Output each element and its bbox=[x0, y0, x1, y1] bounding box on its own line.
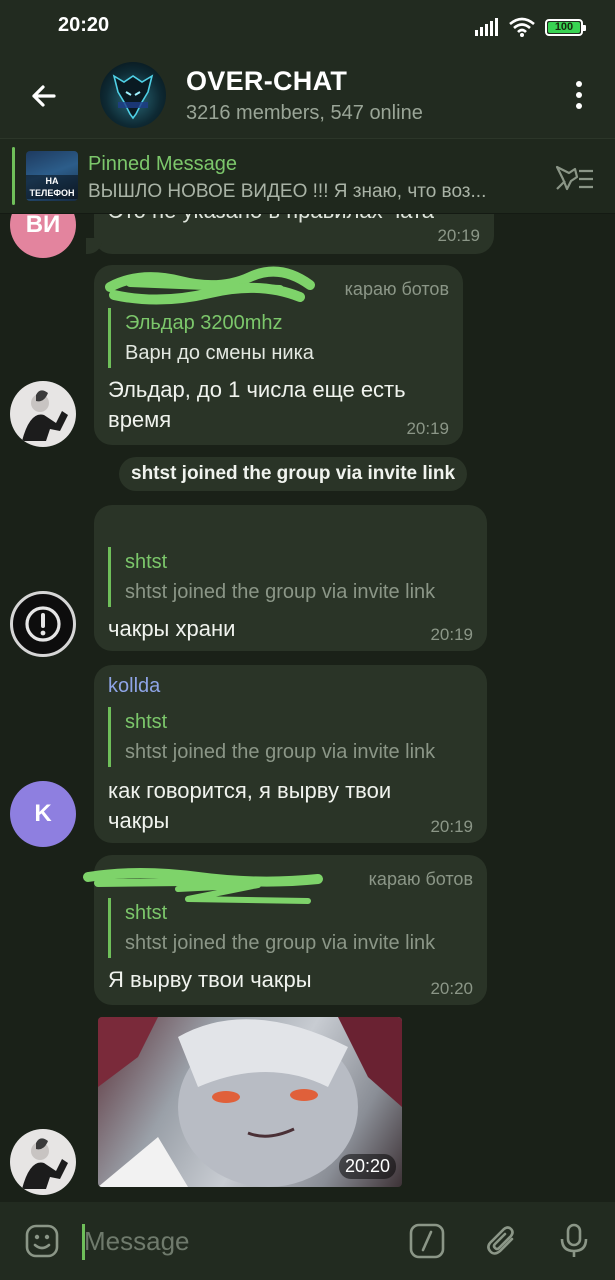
signal-icon bbox=[475, 18, 498, 36]
reply-quote[interactable]: shtst shtst joined the group via invite … bbox=[108, 707, 435, 767]
reply-text: shtst joined the group via invite link bbox=[125, 581, 436, 603]
message-text-line: как говорится, я вырву твои bbox=[108, 778, 392, 803]
group-title[interactable]: OVER-CHAT bbox=[186, 66, 347, 97]
message-bubble[interactable]: Это не указано в правилах чата 20:19 bbox=[86, 214, 494, 254]
status-bar: 20:20 100 bbox=[0, 0, 615, 52]
bot-command-icon[interactable] bbox=[409, 1223, 445, 1259]
pinned-thumbnail: НА ТЕЛЕФОН bbox=[26, 151, 78, 201]
group-logo-icon bbox=[112, 74, 154, 120]
unpin-icon[interactable] bbox=[553, 163, 595, 193]
admin-tag: караю ботов bbox=[344, 279, 449, 299]
message-time: 20:19 bbox=[430, 817, 473, 836]
pinned-indicator bbox=[12, 147, 15, 205]
avatar-initials: K bbox=[34, 800, 52, 827]
pinned-message-bar[interactable]: НА ТЕЛЕФОН Pinned Message ВЫШЛО НОВОЕ ВИ… bbox=[0, 138, 615, 214]
service-message: shtst joined the group via invite link bbox=[119, 457, 468, 491]
message-text-line: чакры bbox=[108, 808, 170, 833]
reply-author: shtst bbox=[125, 551, 168, 573]
message-bubble[interactable]: караю ботов shtst shtst joined the group… bbox=[83, 855, 487, 1005]
photo-time: 20:20 bbox=[338, 1154, 396, 1179]
reply-quote[interactable]: Эльдар 3200mhz Варн до смены ника bbox=[108, 308, 314, 368]
attach-icon[interactable] bbox=[484, 1223, 520, 1259]
reply-text: shtst joined the group via invite link bbox=[125, 932, 436, 954]
sender-name[interactable]: kollda bbox=[108, 675, 160, 698]
message-bubble[interactable]: shtst shtst joined the group via invite … bbox=[94, 505, 487, 651]
reply-author: shtst bbox=[125, 711, 168, 733]
more-vertical-icon[interactable] bbox=[567, 78, 591, 112]
pinned-thumbnail-text: НА ТЕЛЕФОН bbox=[26, 175, 78, 199]
message-time: 20:19 bbox=[437, 226, 480, 245]
avatar[interactable]: K bbox=[10, 781, 76, 847]
group-member-count: 3216 members, 547 online bbox=[186, 102, 423, 124]
avatar[interactable]: ВИ bbox=[10, 214, 76, 258]
reply-quote[interactable]: shtst shtst joined the group via invite … bbox=[108, 898, 435, 958]
avatar[interactable] bbox=[10, 381, 76, 447]
status-time: 20:20 bbox=[58, 14, 110, 36]
avatar[interactable] bbox=[10, 1129, 76, 1195]
message-text: чакры храни bbox=[108, 616, 236, 641]
message-text: Это не указано в правилах чата bbox=[108, 214, 434, 226]
status-icons: 100 bbox=[475, 15, 586, 39]
pinned-text: ВЫШЛО НОВОЕ ВИДЕО !!! Я знаю, что воз... bbox=[88, 181, 487, 202]
message-text: Я вырву твои чакры bbox=[108, 967, 312, 992]
group-avatar[interactable] bbox=[100, 62, 166, 128]
reply-author: Эльдар 3200mhz bbox=[125, 312, 283, 334]
chat-messages[interactable]: ВИ Это не указано в правилах чата 20:19 … bbox=[0, 214, 615, 1202]
avatar-initials: ВИ bbox=[25, 214, 61, 238]
exclamation-icon bbox=[25, 606, 61, 642]
message-input-bar: Message bbox=[0, 1202, 615, 1280]
wifi-icon bbox=[509, 17, 535, 37]
chat-header: OVER-CHAT 3216 members, 547 online bbox=[0, 52, 615, 138]
message-text-line: Эльдар, до 1 числа еще есть bbox=[108, 377, 406, 402]
message-time: 20:20 bbox=[430, 979, 473, 998]
reply-text: shtst joined the group via invite link bbox=[125, 741, 436, 763]
avatar-image bbox=[22, 1138, 68, 1189]
mic-icon[interactable] bbox=[556, 1223, 592, 1259]
reply-author: shtst bbox=[125, 902, 168, 924]
back-arrow-icon[interactable] bbox=[24, 76, 64, 116]
battery-level: 100 bbox=[554, 21, 574, 33]
message-time: 20:19 bbox=[430, 625, 473, 644]
message-bubble[interactable]: kollda shtst shtst joined the group via … bbox=[94, 665, 487, 843]
message-bubble[interactable]: караю ботов Эльдар 3200mhz Варн до смены… bbox=[94, 265, 463, 445]
redacted-name-scribble bbox=[105, 266, 315, 305]
avatar[interactable] bbox=[10, 591, 76, 657]
emoji-icon[interactable] bbox=[24, 1223, 60, 1259]
message-input[interactable]: Message bbox=[84, 1226, 190, 1257]
message-text-line: время bbox=[108, 407, 172, 432]
avatar-image bbox=[22, 390, 68, 441]
admin-tag: караю ботов bbox=[368, 869, 473, 889]
pinned-title: Pinned Message bbox=[88, 153, 237, 175]
message-time: 20:19 bbox=[406, 419, 449, 438]
reply-text: Варн до смены ника bbox=[125, 342, 314, 364]
battery-icon: 100 bbox=[545, 18, 586, 36]
reply-quote[interactable]: shtst shtst joined the group via invite … bbox=[108, 547, 435, 607]
photo-message[interactable]: 20:20 bbox=[98, 1017, 402, 1187]
